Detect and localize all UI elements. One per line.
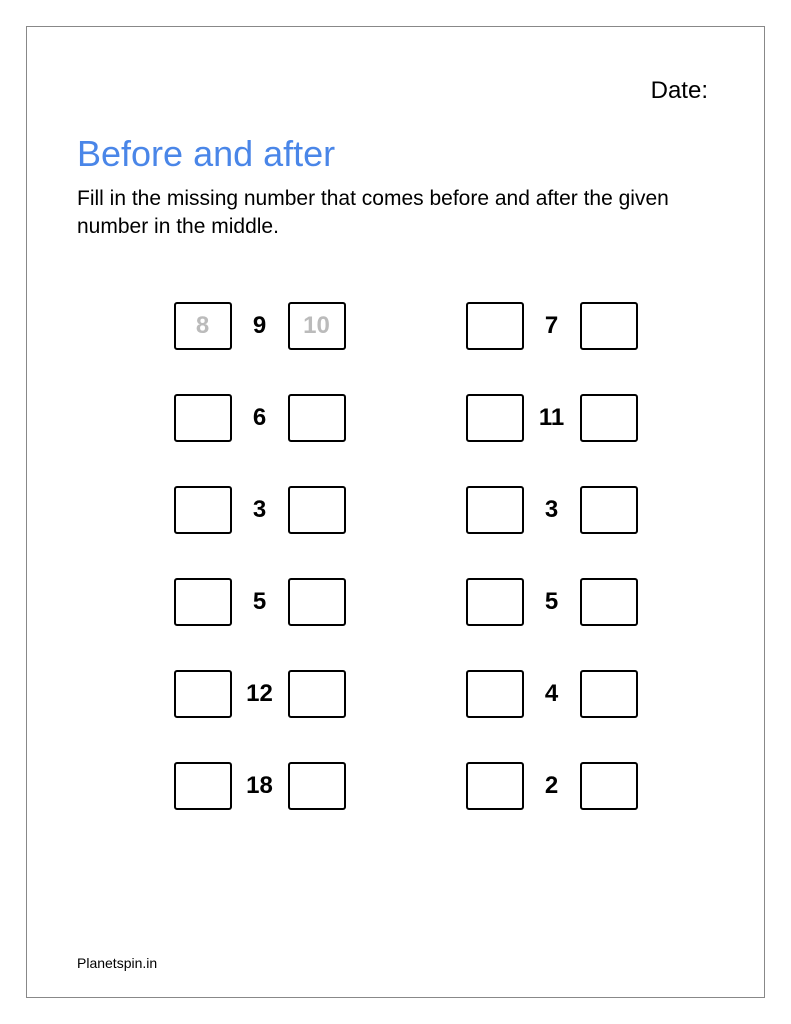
after-box[interactable] <box>580 670 638 718</box>
problem-row: 6 <box>174 394 346 442</box>
before-box[interactable] <box>466 394 524 442</box>
footer-attribution: Planetspin.in <box>77 955 157 971</box>
after-box[interactable] <box>580 302 638 350</box>
left-column: 8 9 10 6 3 5 12 <box>174 302 346 810</box>
given-number: 5 <box>534 588 570 616</box>
given-number: 9 <box>242 312 278 340</box>
before-box[interactable] <box>466 578 524 626</box>
problem-row: 18 <box>174 762 346 810</box>
problem-row: 4 <box>466 670 638 718</box>
worksheet-instructions: Fill in the missing number that comes be… <box>77 185 714 242</box>
before-box[interactable] <box>174 394 232 442</box>
right-column: 7 11 3 5 4 <box>466 302 638 810</box>
given-number: 18 <box>242 772 278 800</box>
given-number: 7 <box>534 312 570 340</box>
before-box[interactable] <box>174 486 232 534</box>
after-box[interactable] <box>288 670 346 718</box>
problem-row: 12 <box>174 670 346 718</box>
given-number: 3 <box>242 496 278 524</box>
after-box[interactable] <box>288 762 346 810</box>
given-number: 6 <box>242 404 278 432</box>
given-number: 2 <box>534 772 570 800</box>
before-box[interactable] <box>466 762 524 810</box>
problem-row: 5 <box>466 578 638 626</box>
after-box[interactable] <box>580 394 638 442</box>
before-box[interactable] <box>174 670 232 718</box>
given-number: 11 <box>534 404 570 432</box>
problem-row: 3 <box>466 486 638 534</box>
given-number: 4 <box>534 680 570 708</box>
before-box[interactable] <box>174 762 232 810</box>
before-box[interactable]: 8 <box>174 302 232 350</box>
before-box[interactable] <box>466 486 524 534</box>
after-box[interactable] <box>580 762 638 810</box>
problem-row: 3 <box>174 486 346 534</box>
before-box[interactable] <box>466 670 524 718</box>
before-box[interactable] <box>466 302 524 350</box>
problem-row: 2 <box>466 762 638 810</box>
after-box[interactable] <box>288 578 346 626</box>
after-box[interactable] <box>288 394 346 442</box>
problem-row: 11 <box>466 394 638 442</box>
before-box[interactable] <box>174 578 232 626</box>
problem-row: 8 9 10 <box>174 302 346 350</box>
worksheet-title: Before and after <box>77 133 714 175</box>
problem-row: 7 <box>466 302 638 350</box>
worksheet-page: Date: Before and after Fill in the missi… <box>26 26 765 998</box>
after-box[interactable] <box>580 486 638 534</box>
given-number: 3 <box>534 496 570 524</box>
after-box[interactable]: 10 <box>288 302 346 350</box>
given-number: 12 <box>242 680 278 708</box>
after-box[interactable] <box>288 486 346 534</box>
problem-grid: 8 9 10 6 3 5 12 <box>77 302 714 810</box>
given-number: 5 <box>242 588 278 616</box>
problem-row: 5 <box>174 578 346 626</box>
after-box[interactable] <box>580 578 638 626</box>
date-label: Date: <box>77 77 714 105</box>
